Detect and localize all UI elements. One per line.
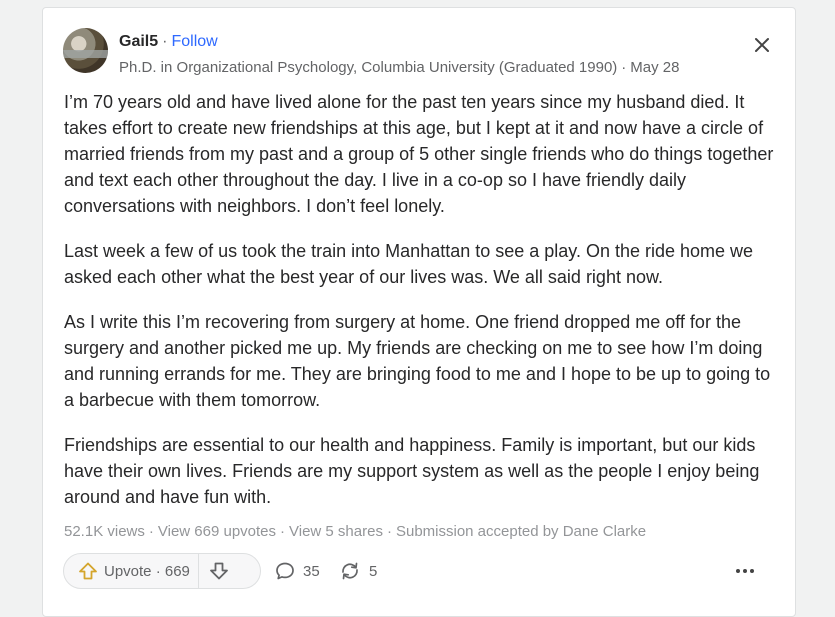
answer-paragraph: As I write this I’m recovering from surg… bbox=[64, 312, 771, 410]
upvote-button[interactable]: Upvote · 669 bbox=[64, 554, 198, 588]
separator-dot: · bbox=[386, 523, 392, 540]
downvote-arrow-icon bbox=[210, 562, 228, 580]
separator-dot: · bbox=[148, 523, 154, 540]
close-button[interactable] bbox=[749, 32, 775, 58]
answer-card: Gail5 · Follow Ph.D. in Organizational Psy… bbox=[42, 7, 796, 617]
answer-header: Gail5 · Follow Ph.D. in Organizational Psy… bbox=[63, 28, 775, 78]
downvote-button[interactable] bbox=[199, 554, 239, 588]
more-dots-icon bbox=[736, 569, 754, 573]
answer-paragraph: Friendships are essential to our health … bbox=[64, 435, 760, 507]
answer-stats: 52.1K views · View 669 upvotes · View 5 shar… bbox=[64, 522, 646, 542]
author-name[interactable]: Gail5 bbox=[119, 33, 158, 50]
upvote-arrow-icon bbox=[79, 562, 97, 580]
answer-date[interactable]: May 28 bbox=[630, 59, 679, 76]
reshare-icon bbox=[342, 562, 358, 580]
action-bar: Upvote · 669 35 5 bbox=[63, 553, 775, 591]
comments-count: 35 bbox=[303, 562, 320, 580]
answer-paragraph: Last week a few of us took the train int… bbox=[64, 241, 754, 287]
upvote-count: 669 bbox=[164, 562, 190, 580]
author-credential[interactable]: Ph.D. in Organizational Psychology, Colu… bbox=[119, 59, 617, 76]
vote-group: Upvote · 669 bbox=[63, 553, 261, 589]
shares-count: 5 bbox=[369, 562, 378, 580]
share-button[interactable]: 5 bbox=[339, 553, 377, 589]
author-avatar[interactable] bbox=[63, 28, 108, 73]
view-shares-link[interactable]: View 5 shares bbox=[289, 523, 383, 540]
separator-dot: · bbox=[155, 562, 161, 580]
author-credential-line: Ph.D. in Organizational Psychology, Colu… bbox=[119, 58, 680, 78]
author-line: Gail5 · Follow bbox=[119, 32, 218, 52]
answer-content: I’m 70 years old and have lived alone fo… bbox=[64, 89, 784, 529]
more-options-button[interactable] bbox=[733, 561, 757, 581]
separator-dot: · bbox=[162, 33, 168, 50]
submission-note[interactable]: Submission accepted by Dane Clarke bbox=[396, 523, 646, 540]
close-icon bbox=[755, 38, 769, 52]
separator-dot: · bbox=[621, 59, 627, 76]
view-upvotes-link[interactable]: View 669 upvotes bbox=[158, 523, 276, 540]
follow-button[interactable]: Follow bbox=[171, 33, 217, 50]
comment-button[interactable]: 35 bbox=[275, 553, 320, 589]
separator-dot: · bbox=[280, 523, 286, 540]
comment-bubble-icon bbox=[276, 562, 294, 580]
answer-paragraph: I’m 70 years old and have lived alone fo… bbox=[64, 92, 774, 216]
views-count: 52.1K views bbox=[64, 523, 145, 540]
upvote-label: Upvote bbox=[104, 562, 152, 580]
